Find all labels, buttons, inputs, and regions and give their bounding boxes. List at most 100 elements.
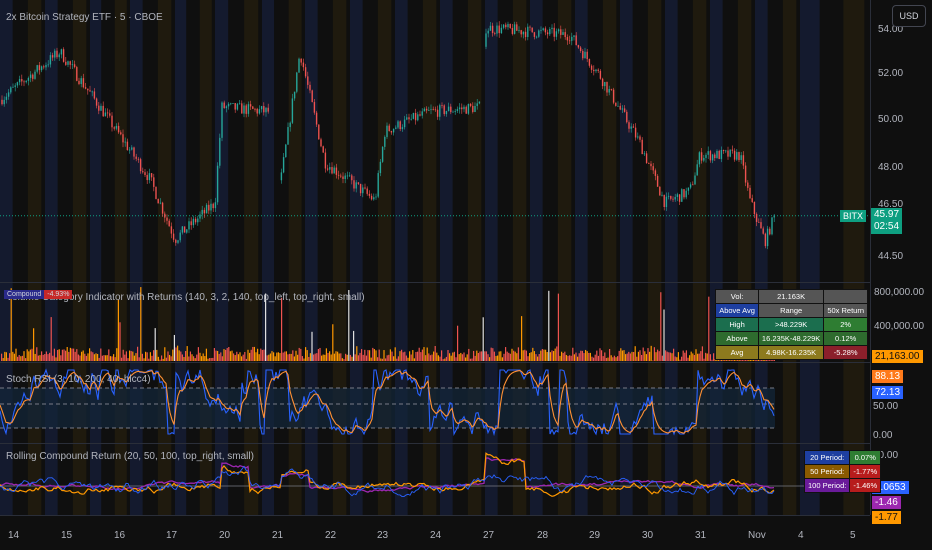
chart-plot-area[interactable]: [0, 0, 870, 515]
candle: [386, 125, 388, 137]
volume-bar: [161, 355, 163, 361]
candle: [663, 194, 665, 208]
candle: [214, 202, 217, 209]
candle: [621, 108, 624, 110]
volume-bar: [383, 350, 385, 361]
candle: [170, 226, 173, 234]
return-100-label: -1.46: [872, 496, 901, 509]
candle: [150, 173, 153, 178]
volume-bar: [420, 352, 422, 361]
candle: [128, 149, 131, 151]
candle: [364, 187, 366, 189]
volume-bar: [95, 353, 97, 361]
candle: [366, 188, 368, 194]
candle: [168, 220, 170, 227]
time-tick: 14: [8, 530, 20, 541]
volume-bar: [333, 353, 335, 361]
volume-bar: [343, 359, 345, 361]
candle: [604, 81, 606, 87]
volume-bar: [321, 355, 323, 361]
candle: [441, 105, 443, 106]
candle: [648, 162, 650, 164]
cell: 16.235K-48.229K: [757, 331, 825, 346]
volume-bar: [337, 351, 339, 361]
volume-bar: [578, 353, 580, 361]
pane-divider[interactable]: [0, 282, 932, 283]
volume-bar: [361, 349, 363, 361]
currency-button[interactable]: USD: [892, 5, 926, 27]
pane-divider[interactable]: [0, 362, 932, 363]
candle: [419, 114, 421, 116]
candle: [692, 184, 694, 186]
candle: [720, 149, 723, 159]
candle: [236, 103, 239, 110]
candle: [769, 228, 771, 235]
volume-bar: [682, 350, 684, 361]
volume-bar: [434, 346, 436, 361]
volume-bar: [540, 350, 542, 361]
candle: [104, 112, 107, 117]
candle: [557, 29, 560, 32]
time-tick: 27: [483, 530, 495, 541]
candle: [659, 186, 661, 196]
cell: 0.12%: [823, 331, 868, 346]
volume-bar: [706, 353, 708, 361]
candle: [227, 103, 230, 107]
candle: [155, 186, 157, 199]
volume-bar: [426, 347, 428, 361]
candle: [683, 189, 685, 198]
volume-bar: [588, 352, 590, 361]
candle: [131, 147, 133, 150]
volume-bar: [191, 354, 193, 361]
candle: [212, 203, 214, 209]
volume-bar: [205, 348, 207, 361]
volume-bar: [349, 354, 351, 361]
candle: [472, 105, 474, 112]
volume-bar: [479, 351, 481, 361]
volume-bar: [1, 353, 3, 361]
volume-bar: [162, 358, 164, 361]
volume-bar: [709, 354, 711, 361]
volume-bar: [217, 350, 219, 361]
volume-bar: [562, 353, 564, 361]
candle: [296, 72, 298, 92]
volume-bar: [404, 351, 406, 361]
candle: [309, 84, 311, 91]
volume-bar: [385, 358, 387, 361]
volume-bar: [242, 354, 244, 361]
candle: [329, 167, 331, 170]
volume-bar: [391, 351, 393, 361]
candle: [601, 78, 604, 87]
volume-bar: [468, 348, 470, 361]
volume-bar: [626, 353, 628, 361]
volume-bar: [175, 347, 177, 361]
candle: [654, 170, 657, 176]
candle: [546, 32, 549, 35]
time-tick: 30: [642, 530, 654, 541]
volume-bar: [649, 351, 651, 361]
stoch-tick: 50.00: [873, 401, 899, 412]
volume-bar: [233, 353, 235, 361]
candle: [540, 29, 542, 31]
volume-bar: [101, 355, 103, 361]
pane-divider[interactable]: [0, 443, 932, 444]
candle: [522, 31, 525, 35]
candle: [747, 182, 749, 188]
volume-bar: [509, 353, 511, 361]
volume-bar: [100, 348, 102, 361]
candle: [749, 187, 751, 199]
stoch-rsi-title[interactable]: Stoch RSI (3, 10, 200, 40, hlcc4): [6, 374, 151, 385]
candle: [188, 221, 190, 230]
candle: [40, 66, 43, 71]
volume-bar: [466, 354, 468, 361]
candle: [252, 106, 254, 109]
rolling-return-title[interactable]: Rolling Compound Return (20, 50, 100, to…: [6, 451, 254, 462]
volume-bar: [17, 356, 19, 361]
time-tick: 5: [850, 530, 856, 541]
volume-bar: [146, 352, 148, 361]
volume-bar: [290, 353, 292, 361]
volume-bar: [458, 354, 460, 361]
candle: [491, 25, 494, 34]
volume-bar: [338, 353, 340, 361]
volume-bar: [327, 352, 329, 361]
